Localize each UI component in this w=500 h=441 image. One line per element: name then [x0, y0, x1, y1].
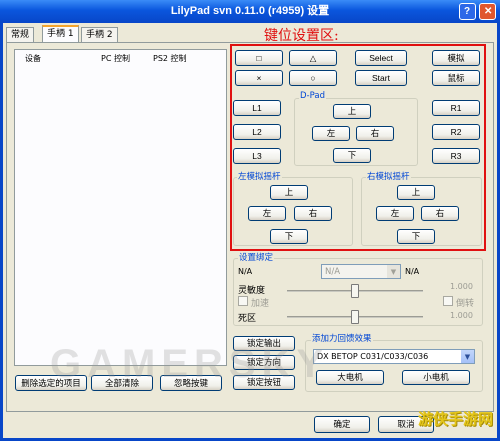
l2-button[interactable]: L2: [233, 124, 281, 140]
header-pc-control[interactable]: PC 控制: [101, 53, 130, 64]
dpad-label: D-Pad: [299, 91, 326, 101]
header-ps2-control[interactable]: PS2 控制: [153, 53, 187, 64]
tab-pad-2[interactable]: 手柄 2: [81, 27, 118, 42]
feedback-device-combo[interactable]: DX BETOP C031/C033/C036 ▼: [313, 349, 475, 364]
binding-right-value: N/A: [405, 267, 420, 276]
start-button[interactable]: Start: [355, 70, 407, 86]
annotation-label: 键位设置区:: [264, 28, 339, 44]
cross-button[interactable]: ×: [235, 70, 283, 86]
sensitivity-slider[interactable]: [351, 284, 359, 298]
close-button[interactable]: ✕: [479, 3, 496, 20]
r1-button[interactable]: R1: [432, 100, 480, 116]
deadzone-value: 1.000: [450, 311, 473, 320]
title-bar: LilyPad svn 0.11.0 (r4959) 设置 ? ✕: [0, 0, 500, 23]
small-motor-button[interactable]: 小电机: [402, 370, 470, 385]
window-title: LilyPad svn 0.11.0 (r4959) 设置: [170, 5, 330, 17]
tab-pad-1[interactable]: 手柄 1: [42, 25, 79, 42]
dpad-up-button[interactable]: 上: [333, 104, 371, 119]
feedback-device-value: DX BETOP C031/C033/C036: [317, 352, 429, 361]
r2-button[interactable]: R2: [432, 124, 480, 140]
right-stick-down-button[interactable]: 下: [397, 229, 435, 244]
left-stick-up-button[interactable]: 上: [270, 185, 308, 200]
circle-button[interactable]: ○: [289, 70, 337, 86]
deadzone-label: 死区: [238, 314, 257, 324]
left-stick-left-button[interactable]: 左: [248, 206, 286, 221]
sensitivity-value: 1.000: [450, 282, 473, 291]
binding-combo-value: N/A: [325, 267, 341, 277]
chevron-down-icon: ▼: [461, 350, 474, 363]
left-stick-label: 左模拟摇杆: [237, 170, 282, 182]
tab-general[interactable]: 常规: [6, 27, 35, 42]
accelerate-label: 加速: [251, 299, 270, 309]
flip-label: 倒转: [456, 299, 475, 309]
right-stick-up-button[interactable]: 上: [397, 185, 435, 200]
analog-button[interactable]: 模拟: [432, 50, 480, 66]
binding-combo[interactable]: N/A ▼: [321, 264, 401, 279]
r3-button[interactable]: R3: [432, 148, 480, 164]
accelerate-checkbox[interactable]: [238, 296, 248, 306]
header-device[interactable]: 设备: [25, 53, 41, 64]
select-button[interactable]: Select: [355, 50, 407, 66]
right-stick-left-button[interactable]: 左: [376, 206, 414, 221]
help-button[interactable]: ?: [459, 3, 476, 20]
binding-label: 设置绑定: [238, 251, 275, 263]
deadzone-slider[interactable]: [351, 310, 359, 324]
left-stick-right-button[interactable]: 右: [294, 206, 332, 221]
right-stick-right-button[interactable]: 右: [421, 206, 459, 221]
close-icon: ✕: [484, 6, 493, 17]
binding-left-value: N/A: [238, 267, 253, 276]
sensitivity-label: 灵敏度: [238, 286, 266, 296]
flip-checkbox[interactable]: [443, 296, 453, 306]
left-stick-down-button[interactable]: 下: [270, 229, 308, 244]
right-stick-label: 右模拟摇杆: [366, 170, 411, 182]
device-list[interactable]: 设备 PC 控制 PS2 控制: [14, 49, 227, 366]
corner-logo: 游侠手游网: [418, 410, 494, 428]
square-button[interactable]: □: [235, 50, 283, 66]
l3-button[interactable]: L3: [233, 148, 281, 164]
device-list-header: 设备 PC 控制 PS2 控制: [15, 50, 226, 66]
dpad-down-button[interactable]: 下: [333, 148, 371, 163]
mouse-button[interactable]: 鼠标: [432, 70, 480, 86]
chevron-down-icon: ▼: [387, 265, 400, 278]
dpad-right-button[interactable]: 右: [356, 126, 394, 141]
help-icon: ?: [464, 6, 471, 17]
watermark: GAMERSKY: [50, 342, 330, 386]
l1-button[interactable]: L1: [233, 100, 281, 116]
dpad-left-button[interactable]: 左: [312, 126, 350, 141]
triangle-button[interactable]: △: [289, 50, 337, 66]
ok-button[interactable]: 确定: [314, 416, 370, 433]
